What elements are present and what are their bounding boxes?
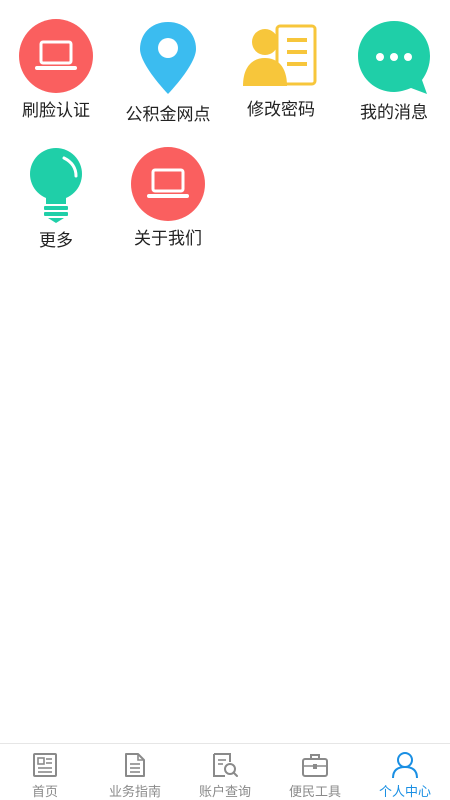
tab-label: 业务指南	[108, 785, 161, 800]
tab-business-guide[interactable]: 业务指南	[90, 744, 180, 800]
tab-home[interactable]: 首页	[0, 744, 90, 800]
grid-item-about-us[interactable]: 关于我们	[112, 128, 224, 249]
grid-item-branches[interactable]: 公积金网点	[112, 0, 224, 125]
grid-item-label: 刷脸认证	[22, 101, 90, 121]
lightbulb-icon	[16, 146, 96, 224]
grid-item-label: 公积金网点	[125, 105, 211, 125]
laptop-icon	[128, 146, 208, 222]
grid-item-label: 修改密码	[247, 100, 315, 120]
laptop-icon	[16, 18, 96, 94]
grid-item-change-password[interactable]: 修改密码	[225, 0, 337, 120]
grid-item-label: 关于我们	[134, 229, 202, 249]
grid-item-my-messages[interactable]: 我的消息	[338, 0, 450, 123]
tab-label: 个人中心	[378, 785, 431, 800]
newspaper-icon	[30, 750, 60, 780]
search-document-icon	[210, 750, 240, 780]
tab-convenience-tools[interactable]: 便民工具	[270, 744, 360, 800]
tab-label: 账户查询	[198, 785, 251, 800]
grid-item-face-auth[interactable]: 刷脸认证	[0, 0, 112, 121]
grid-item-label: 我的消息	[360, 103, 428, 123]
chat-bubble-icon	[354, 18, 434, 96]
document-icon	[120, 750, 150, 780]
toolbox-icon	[300, 750, 330, 780]
tab-label: 便民工具	[288, 785, 341, 800]
user-card-icon	[241, 18, 321, 93]
location-pin-icon	[128, 18, 208, 98]
grid-item-label: 更多	[39, 231, 73, 251]
bottom-tab-bar: 首页 业务指南 账户查询 便民工具 个人中心	[0, 743, 450, 800]
user-icon	[390, 750, 420, 780]
tab-account-query[interactable]: 账户查询	[180, 744, 270, 800]
tab-label: 首页	[31, 785, 58, 800]
grid-item-more[interactable]: 更多	[0, 128, 112, 251]
tab-personal-center[interactable]: 个人中心	[360, 744, 450, 800]
